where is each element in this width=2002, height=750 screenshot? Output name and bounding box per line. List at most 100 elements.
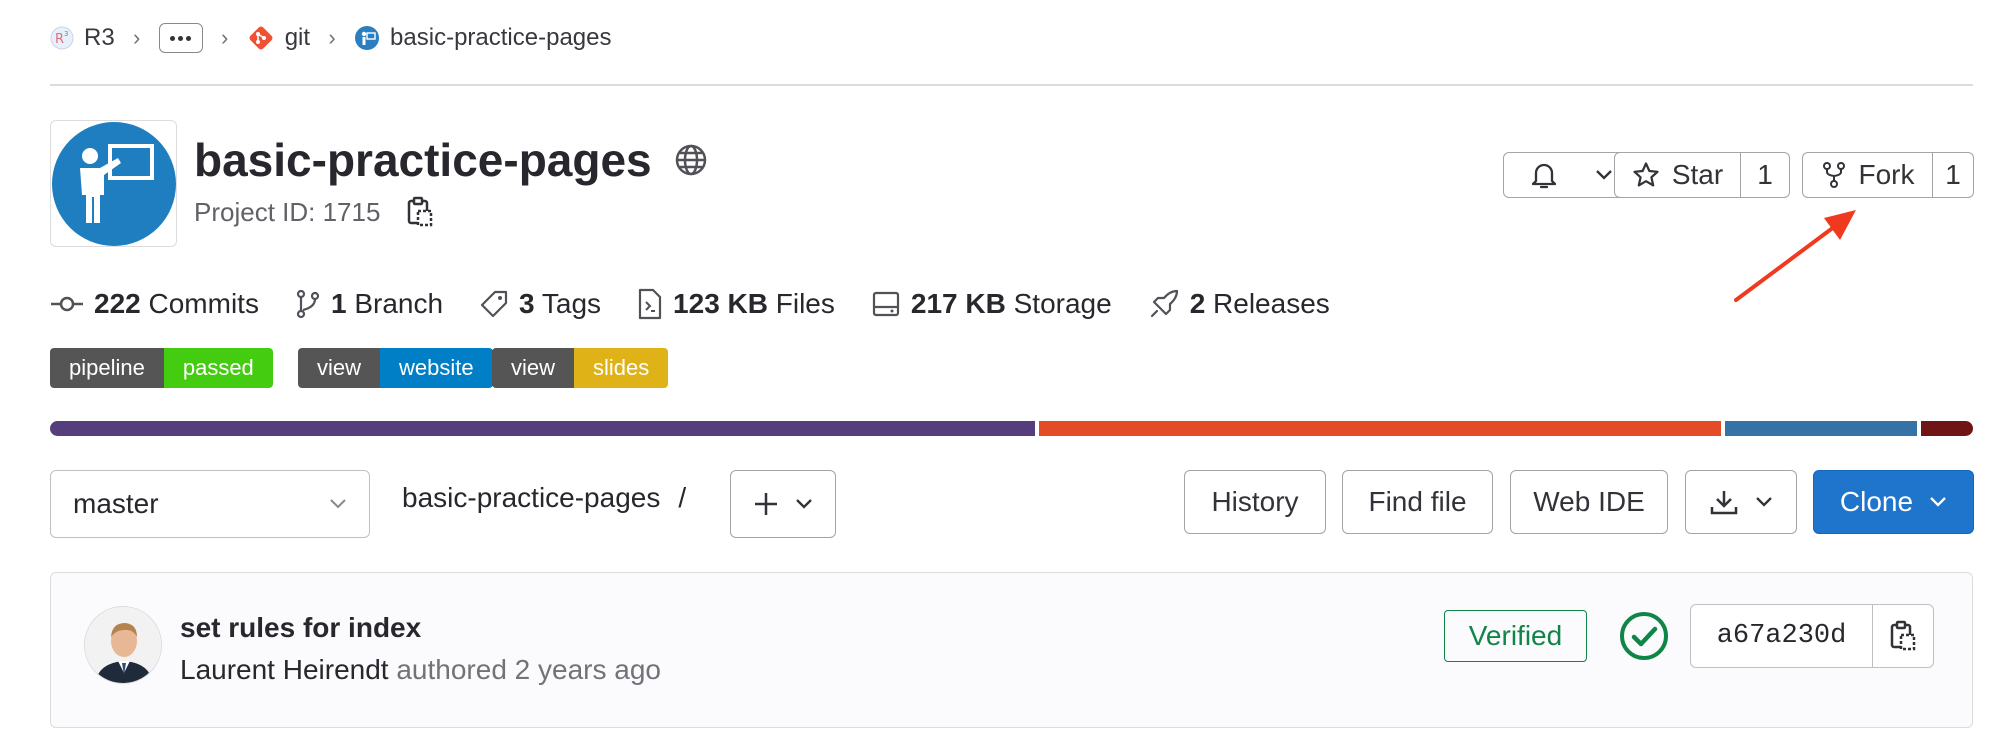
svg-text:R: R [55,32,64,47]
copy-id-icon[interactable] [406,196,434,228]
divider [50,84,1973,86]
teacher-board-icon [51,121,176,246]
history-button[interactable]: History [1184,470,1326,534]
user-avatar-icon [85,607,161,683]
language-segment[interactable] [50,421,1036,436]
clone-dropdown-button[interactable]: Clone [1813,470,1974,534]
storage-icon [872,291,899,317]
fork-count[interactable]: 1 [1933,153,1973,197]
branch-icon [296,289,320,319]
stat-releases[interactable]: 2 Releases [1148,288,1330,320]
breadcrumb-item-project[interactable]: basic-practice-pages [354,24,611,52]
tag-icon [480,290,508,318]
stat-value: 2 [1189,288,1206,319]
project-id: Project ID: 1715 [194,196,434,228]
breadcrumb-item-git[interactable]: git [247,24,310,52]
web-ide-button[interactable]: Web IDE [1510,470,1668,534]
chevron-down-icon [1756,497,1772,507]
badge-value: slides [574,348,669,388]
badge-value: website [380,348,493,388]
stat-label: Storage [1013,288,1112,319]
breadcrumb-label: git [284,24,311,51]
rocket-icon [1150,289,1178,318]
r3-group-avatar-icon: R 3 [50,26,74,50]
chevron-down-icon [330,499,346,509]
breadcrumb-item-r3[interactable]: R 3 R3 [50,24,115,52]
badge-label: pipeline [50,348,164,388]
stat-label: Branch [354,288,444,319]
star-button[interactable]: Star [1615,153,1741,197]
download-dropdown[interactable] [1685,470,1797,534]
web-ide-label: Web IDE [1533,486,1645,517]
repository-languages-bar [50,421,1973,436]
language-segment[interactable] [1921,421,1973,436]
slides-badge[interactable]: view slides [492,348,669,388]
commit-icon [51,296,83,312]
file-icon [638,288,662,320]
commit-title[interactable]: set rules for index [180,612,421,644]
clone-label: Clone [1839,486,1914,517]
copy-icon [1890,620,1916,651]
copy-sha-button[interactable] [1873,605,1933,667]
history-label: History [1211,486,1299,517]
dot-icon [178,35,184,41]
badge-value: passed [163,348,273,388]
pipeline-status-icon[interactable] [1618,610,1670,662]
download-icon [1710,491,1738,515]
commit-date: authored 2 years ago [396,654,661,685]
star-count[interactable]: 1 [1741,153,1789,197]
star-count-text: 1 [1757,159,1773,190]
stat-tags[interactable]: 3 Tags [479,288,601,320]
chevron-right-icon: › [133,25,141,50]
breadcrumb-label: basic-practice-pages [390,24,612,51]
project-id-text: Project ID: 1715 [194,196,381,227]
plus-icon [755,493,777,515]
stat-label: Files [775,288,835,319]
project-stats: 222 Commits 1 Branch 3 Tags 123 KB Files… [50,284,1366,324]
verified-badge[interactable]: Verified [1444,610,1587,662]
badge-label: view [492,348,575,388]
annotation-arrow-icon [1734,210,1856,302]
more-breadcrumbs-button[interactable] [158,23,203,53]
find-file-button[interactable]: Find file [1342,470,1493,534]
project-name: basic-practice-pages [194,134,652,186]
commit-author[interactable]: Laurent Heirendt [180,654,389,685]
find-file-label: Find file [1368,486,1467,517]
badge-label: view [298,348,381,388]
git-logo-icon [249,26,273,50]
chevron-down-icon [1930,497,1946,507]
chevron-down-icon [1596,170,1612,180]
bell-icon [1531,163,1557,189]
stat-storage[interactable]: 217 KB Storage [871,288,1112,320]
project-avatar-icon [355,26,380,50]
website-badge[interactable]: view website [298,348,493,388]
stat-label: Tags [541,288,602,319]
commit-meta: Laurent Heirendt authored 2 years ago [180,654,661,686]
star-label: Star [1671,159,1724,190]
add-to-tree-dropdown[interactable] [730,470,836,538]
stat-branches[interactable]: 1 Branch [295,288,443,320]
commit-sha-group: a67a230d [1690,604,1934,668]
pipeline-badge[interactable]: pipeline passed [50,348,273,388]
commit-sha[interactable]: a67a230d [1691,605,1873,667]
fork-label: Fork [1858,159,1915,190]
chevron-down-icon [796,499,812,509]
fork-button[interactable]: Fork [1803,153,1933,197]
star-button-group: Star 1 [1614,152,1790,198]
breadcrumb: R 3 R3 › › git › basic-practice-pages [50,18,611,58]
project-title: basic-practice-pages [194,130,708,190]
avatar[interactable] [84,606,162,684]
stat-files[interactable]: 123 KB Files [637,288,835,320]
chevron-right-icon: › [221,25,229,50]
stat-label: Commits [148,288,259,319]
svg-text:3: 3 [64,30,68,38]
stat-commits[interactable]: 222 Commits [50,288,259,320]
dot-icon [170,35,176,41]
project-avatar [50,120,177,247]
repo-path-root[interactable]: basic-practice-pages [402,482,660,514]
stat-value: 123 KB [673,288,768,319]
language-segment[interactable] [1039,421,1722,436]
language-segment[interactable] [1725,421,1918,436]
branch-selector[interactable]: master [50,470,370,538]
dot-icon [186,35,192,41]
